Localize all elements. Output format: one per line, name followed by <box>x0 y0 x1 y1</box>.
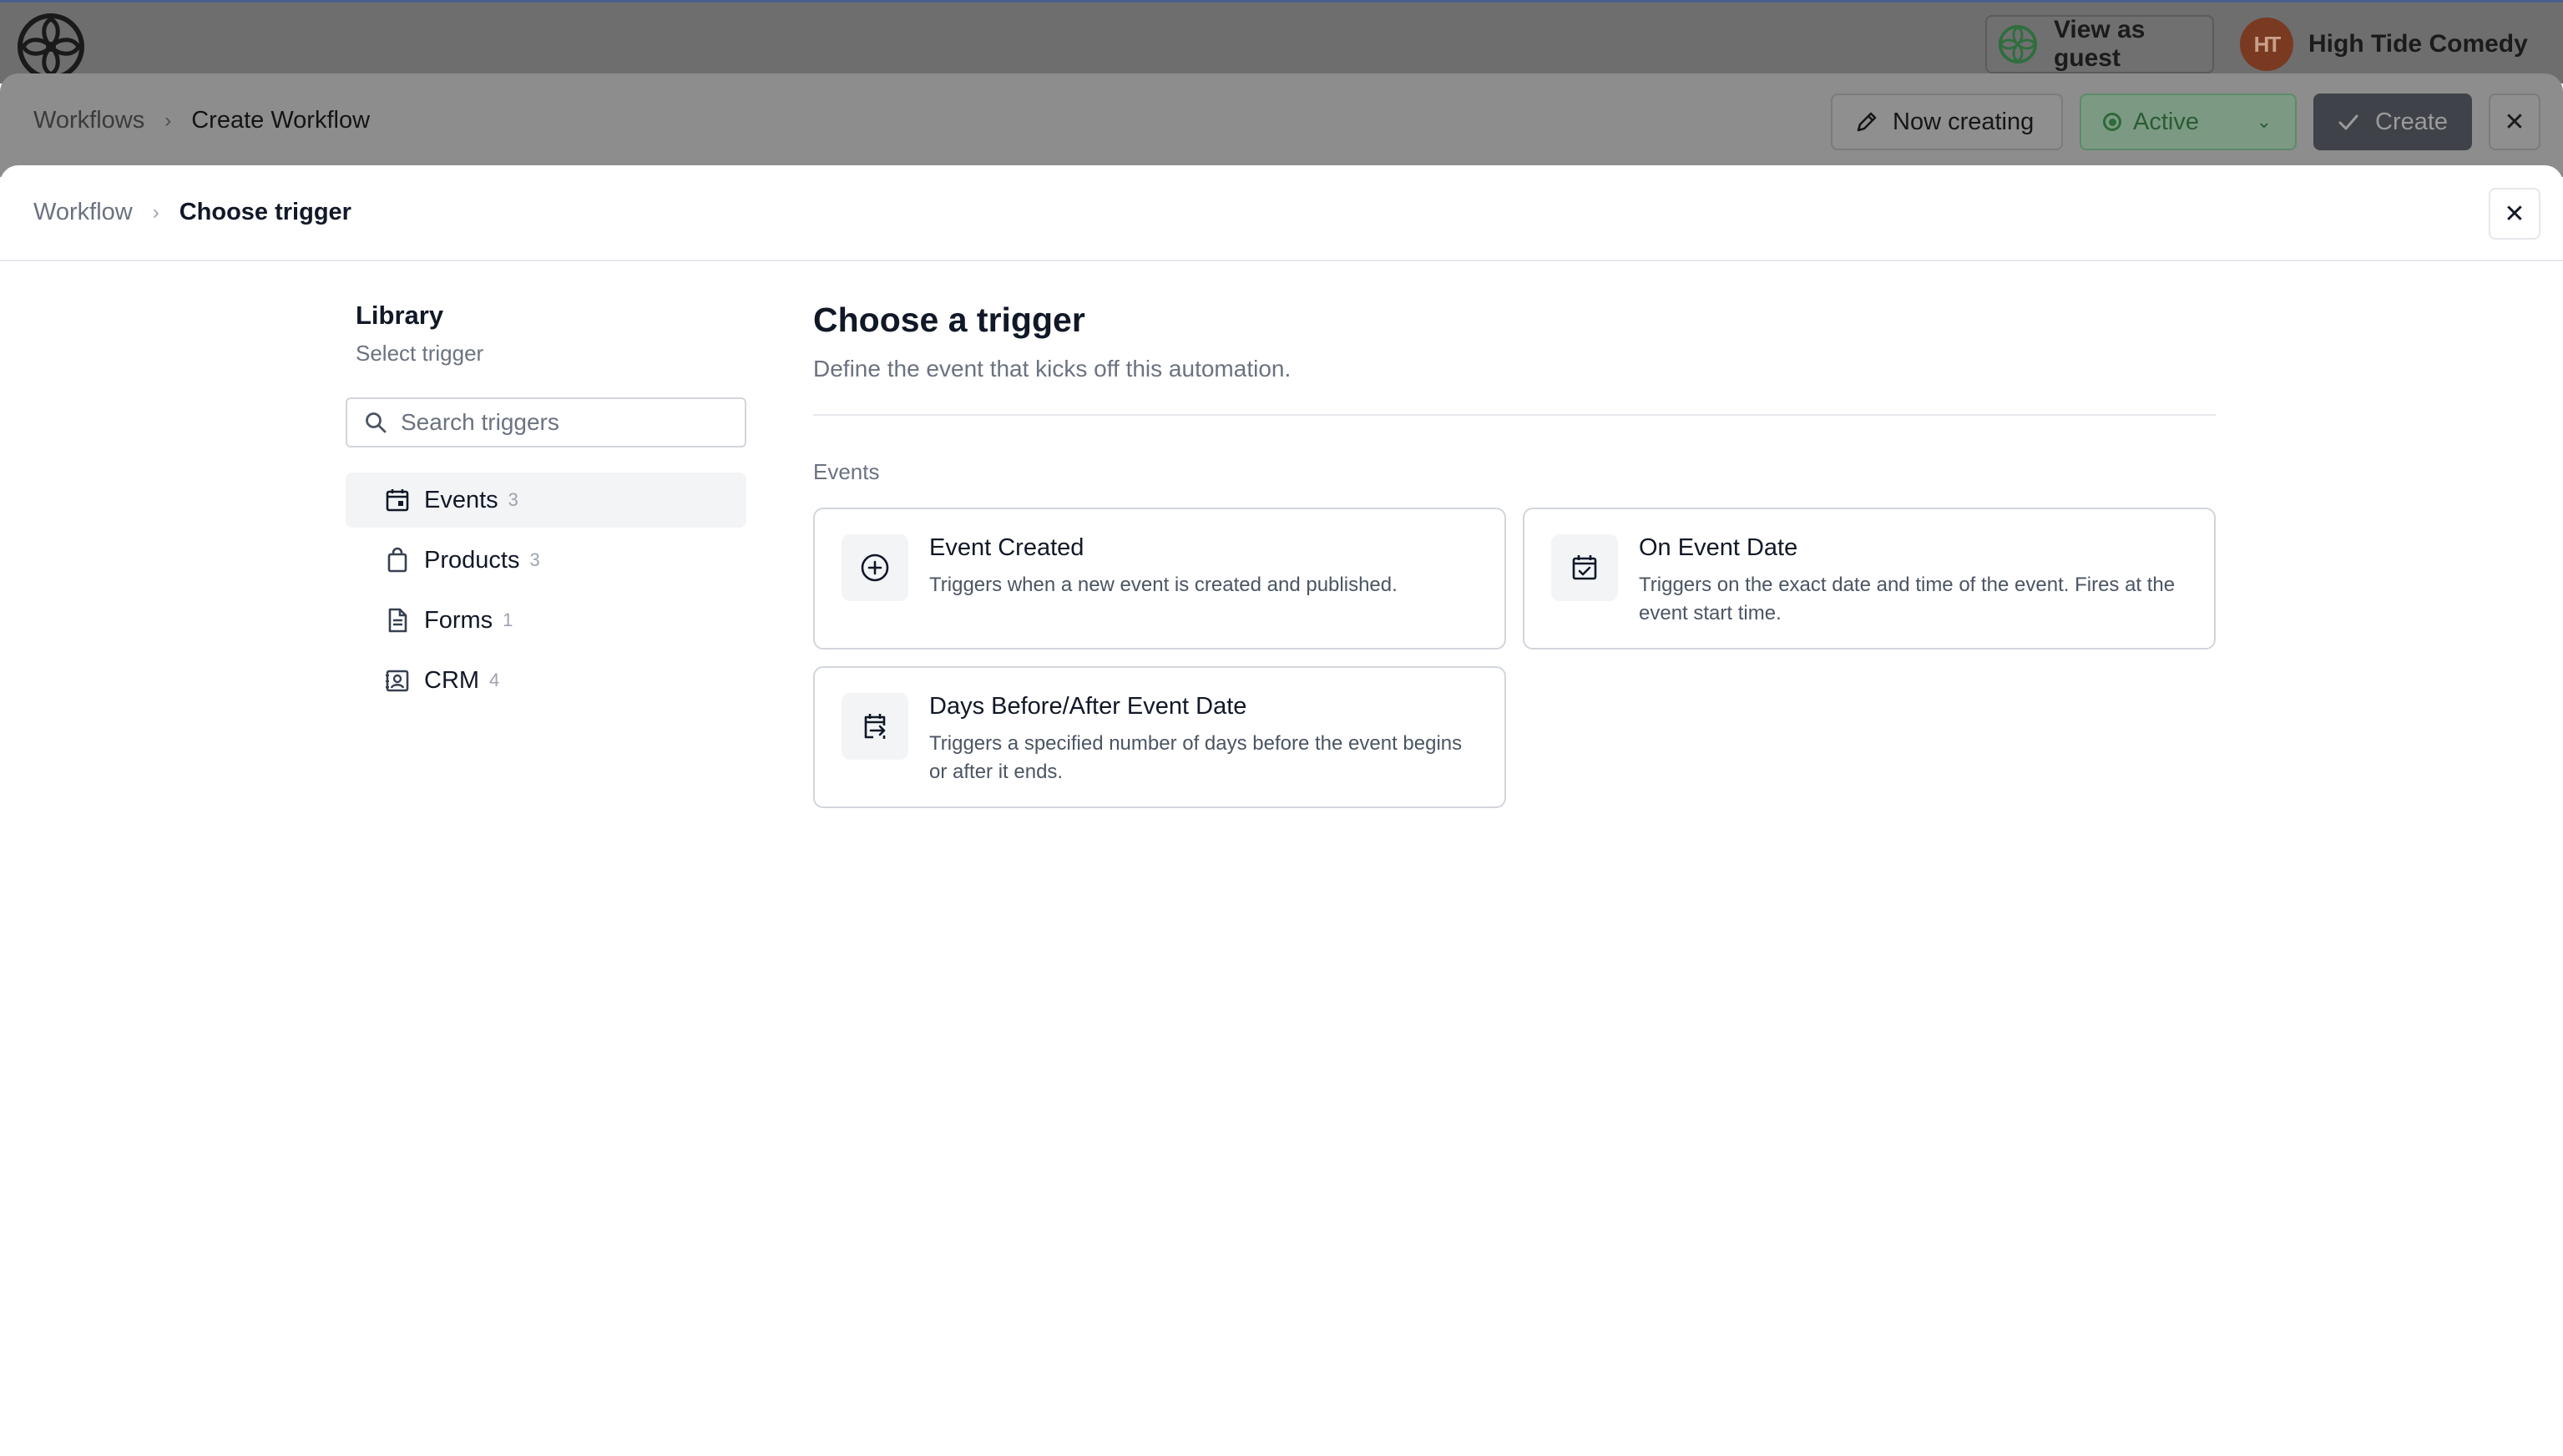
divider <box>813 414 2216 416</box>
account-menu[interactable]: HT High Tide Comedy <box>2240 16 2528 73</box>
modal-breadcrumb: Workflow › Choose trigger <box>33 199 351 226</box>
breadcrumb-current: Create Workflow <box>191 107 371 134</box>
category-forms[interactable]: Forms 1 <box>346 593 746 648</box>
create-label: Create <box>2375 108 2449 135</box>
now-creating-button[interactable]: Now creating <box>1831 94 2063 150</box>
trigger-description: Triggers when a new event is created and… <box>929 574 1398 596</box>
chevron-down-icon: ⌄ <box>2256 111 2272 132</box>
section-label: Events <box>813 459 880 484</box>
trigger-description: Triggers a specified number of days befo… <box>929 732 1463 783</box>
check-icon <box>2338 114 2358 130</box>
category-count: 1 <box>503 609 513 630</box>
library-subtitle: Select trigger <box>356 341 484 366</box>
category-crm[interactable]: CRM 4 <box>346 653 746 708</box>
app-frame: View as guest HT High Tide Comedy Workfl… <box>0 0 2563 1456</box>
page-header: Workflows › Create Workflow Now creating… <box>0 73 2563 177</box>
plus-circle-icon <box>861 554 889 582</box>
library-title: Library <box>356 301 444 330</box>
modal-breadcrumb-current: Choose trigger <box>179 199 351 225</box>
category-events[interactable]: Events 3 <box>346 473 746 528</box>
category-label: Events <box>424 486 498 513</box>
trigger-icon-box <box>842 534 908 601</box>
breadcrumb-workflows-link[interactable]: Workflows <box>33 107 144 134</box>
page-description: Define the event that kicks off this aut… <box>813 356 1292 382</box>
trigger-description: Triggers on the exact date and time of t… <box>1639 574 2176 624</box>
top-app-bar: View as guest HT High Tide Comedy <box>0 0 2563 83</box>
search-box[interactable] <box>346 397 746 447</box>
now-creating-label: Now creating <box>1893 108 2035 135</box>
trigger-card-on-event-date[interactable]: On Event Date Triggers on the exact date… <box>1523 508 2216 650</box>
modal-header: Workflow › Choose trigger ✕ <box>0 165 2563 261</box>
chevron-right-icon: › <box>152 200 159 224</box>
trigger-card-days-before-after[interactable]: Days Before/After Event Date Triggers a … <box>813 666 1506 808</box>
category-list: Events 3 Products 3 Forms 1 CRM 4 <box>346 473 746 713</box>
search-input[interactable] <box>401 409 735 436</box>
trigger-title: Event Created <box>929 534 1084 561</box>
status-dropdown[interactable]: Active ⌄ <box>2080 94 2297 150</box>
category-label: Products <box>424 546 520 574</box>
category-label: CRM <box>424 666 480 694</box>
trigger-icon-box <box>1551 534 1618 601</box>
view-as-guest-button[interactable]: View as guest <box>1985 15 2214 73</box>
status-label: Active <box>2133 108 2199 135</box>
calendar-icon <box>386 489 409 512</box>
view-as-guest-label: View as guest <box>2053 16 2146 72</box>
status-dot-icon <box>2103 113 2121 131</box>
category-count: 4 <box>489 670 500 690</box>
search-icon <box>366 412 387 433</box>
choose-trigger-modal: Workflow › Choose trigger ✕ Library Sele… <box>0 165 2563 1456</box>
guest-logo-icon <box>1998 24 2038 64</box>
shopping-bag-icon <box>387 547 407 573</box>
close-page-button[interactable]: ✕ <box>2489 94 2540 150</box>
create-button[interactable]: Create <box>2313 94 2472 150</box>
account-name: High Tide Comedy <box>2308 30 2528 58</box>
page-title: Choose a trigger <box>813 301 1085 339</box>
chevron-right-icon: › <box>164 109 172 132</box>
calendar-check-icon <box>1572 555 1597 580</box>
trigger-title: On Event Date <box>1639 534 1798 561</box>
calendar-arrow-icon <box>864 714 886 739</box>
avatar: HT <box>2240 18 2293 71</box>
document-icon <box>388 608 407 633</box>
contact-card-icon <box>386 670 409 692</box>
breadcrumb: Workflows › Create Workflow <box>33 107 370 134</box>
trigger-card-event-created[interactable]: Event Created Triggers when a new event … <box>813 508 1506 650</box>
category-count: 3 <box>508 489 518 510</box>
app-logo-icon[interactable] <box>17 13 85 81</box>
trigger-icon-box <box>842 693 908 760</box>
category-count: 3 <box>529 549 540 570</box>
trigger-title: Days Before/After Event Date <box>929 693 1247 720</box>
close-icon: ✕ <box>2504 200 2525 228</box>
category-products[interactable]: Products 3 <box>346 533 746 588</box>
close-modal-button[interactable]: ✕ <box>2489 188 2540 240</box>
modal-breadcrumb-workflow-link[interactable]: Workflow <box>33 199 133 226</box>
category-label: Forms <box>424 606 493 634</box>
close-icon: ✕ <box>2504 108 2525 136</box>
pencil-icon <box>1857 112 1877 132</box>
